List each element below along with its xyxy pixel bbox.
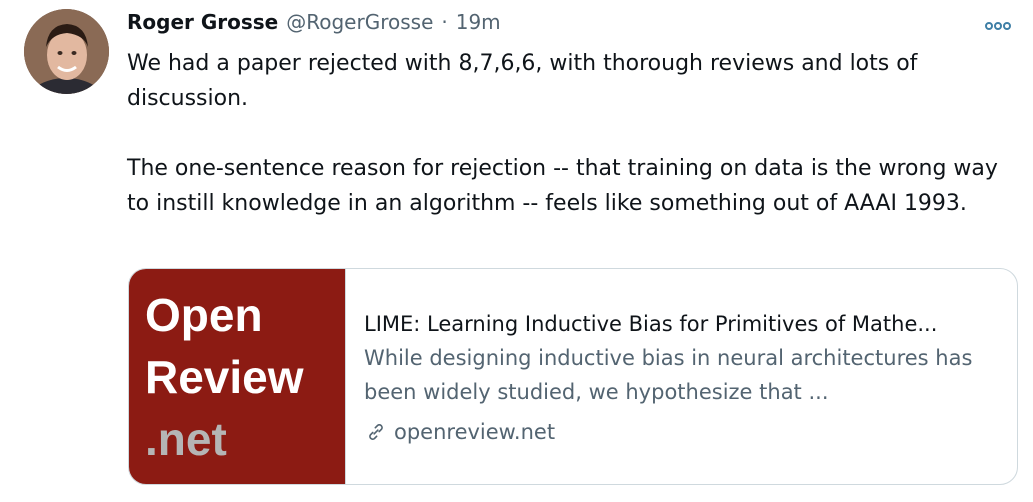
tweet[interactable]: Roger Grosse @RogerGrosse · 19m We had a…	[0, 0, 1033, 502]
card-description: While designing inductive bias in neural…	[364, 346, 973, 404]
card-body: LIME: Learning Inductive Bias for Primit…	[346, 269, 1014, 484]
card-domain-text: openreview.net	[394, 420, 556, 444]
more-options-button[interactable]	[981, 14, 1015, 38]
tweet-content: Roger Grosse @RogerGrosse · 19m We had a…	[127, 10, 1021, 221]
separator-dot: ·	[441, 10, 448, 34]
openreview-logo-line: Review	[145, 351, 304, 403]
link-preview-card[interactable]: Open Review .net LIME: Learning Inductiv…	[128, 268, 1018, 485]
card-title: LIME: Learning Inductive Bias for Primit…	[364, 312, 938, 336]
more-options-icon	[985, 22, 1011, 30]
author-name[interactable]: Roger Grosse	[127, 10, 278, 34]
avatar[interactable]	[24, 9, 109, 94]
tweet-paragraph: The one-sentence reason for rejection --…	[127, 156, 998, 216]
tweet-header: Roger Grosse @RogerGrosse · 19m	[127, 10, 1021, 44]
tweet-text: We had a paper rejected with 8,7,6,6, wi…	[127, 46, 1007, 221]
openreview-logo-line: Open	[145, 289, 263, 341]
openreview-logo-line: .net	[145, 413, 227, 465]
tweet-paragraph: We had a paper rejected with 8,7,6,6, wi…	[127, 51, 918, 111]
avatar-photo	[24, 9, 109, 94]
link-icon	[364, 420, 388, 444]
tweet-timestamp[interactable]: 19m	[456, 10, 501, 34]
card-domain: openreview.net	[364, 417, 1014, 447]
author-handle[interactable]: @RogerGrosse	[286, 10, 433, 34]
card-thumbnail: Open Review .net	[129, 269, 346, 484]
